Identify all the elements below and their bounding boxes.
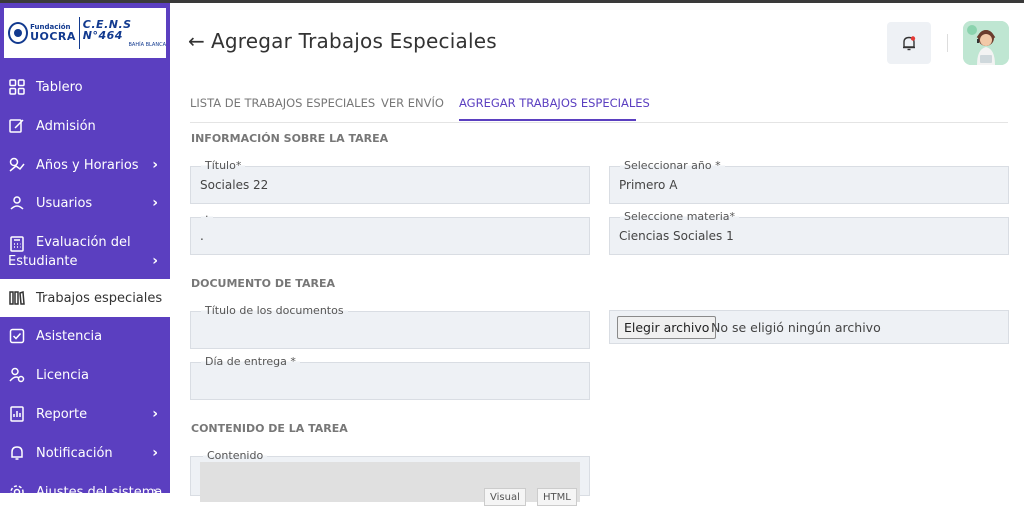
tab-lista-trabajos[interactable]: LISTA DE TRABAJOS ESPECIALES (190, 96, 375, 110)
title-field-value: Sociales 22 (200, 178, 269, 192)
sidebar-item-evaluacion[interactable]: Evaluación del Estudiante › (0, 227, 170, 277)
edit-icon (8, 117, 26, 135)
library-icon (8, 289, 26, 307)
editor-tab-visual[interactable]: Visual (484, 488, 526, 506)
sidebar-item-label: Reporte (36, 406, 88, 422)
year-select-label: Seleccionar año * (620, 159, 725, 172)
editor-tab-html[interactable]: HTML (537, 488, 577, 506)
file-input[interactable]: Elegir archivo No se eligió ningún archi… (609, 310, 1009, 344)
gear-icon (8, 483, 26, 493)
sidebar-item-label: Asistencia (36, 328, 103, 344)
sidebar-item-label: Evaluación del Estudiante (8, 235, 131, 269)
sidebar-item-label: Usuarios (36, 195, 93, 211)
subject-select-label: Seleccione materia* (620, 210, 740, 223)
sidebar-item-label: Años y Horarios (36, 157, 139, 173)
sidebar-item-label: Trabajos especiales (36, 290, 163, 306)
checkbox-icon (8, 327, 26, 345)
bell-icon (903, 36, 916, 51)
back-arrow-icon[interactable]: ← (188, 29, 205, 53)
user-icon (8, 194, 26, 212)
sidebar-item-anos-horarios[interactable]: Años y Horarios › (0, 146, 170, 184)
sidebar-item-tablero[interactable]: Tablero (0, 68, 170, 106)
sidebar-item-licencia[interactable]: Licencia (0, 356, 170, 394)
logo-divider (78, 17, 80, 49)
logo-school: C.E.N.S N°464 BAHÍA BLANCA (82, 17, 166, 48)
active-tab-indicator (459, 119, 636, 121)
section-title-task-document: DOCUMENTO DE TAREA (191, 277, 335, 290)
tab-agregar-trabajos[interactable]: AGREGAR TRABAJOS ESPECIALES (459, 96, 650, 110)
notification-icon (8, 444, 26, 462)
title-field[interactable]: Título* Sociales 22 (190, 159, 590, 204)
chevron-right-icon: › (152, 406, 158, 422)
sidebar-item-trabajos-especiales[interactable]: Trabajos especiales (0, 279, 170, 317)
chevron-right-icon: › (152, 484, 158, 493)
page-title: Agregar Trabajos Especiales (211, 29, 497, 53)
notification-button[interactable] (887, 22, 931, 64)
chevron-right-icon: › (152, 195, 158, 211)
logo-org: Fundación UOCRA (30, 23, 76, 43)
sidebar-item-label: Licencia (36, 367, 89, 383)
avatar[interactable] (963, 21, 1009, 65)
chevron-right-icon: › (152, 157, 158, 173)
unnamed-field[interactable]: · . (190, 210, 590, 255)
sidebar: Fundación UOCRA C.E.N.S N°464 BAHÍA BLAN… (0, 3, 170, 493)
subject-select[interactable]: Seleccione materia* Ciencias Sociales 1 (609, 210, 1009, 255)
report-icon (8, 405, 26, 423)
brand-logo[interactable]: Fundación UOCRA C.E.N.S N°464 BAHÍA BLAN… (4, 8, 166, 58)
sidebar-item-label: Ajustes del sistema (36, 484, 163, 494)
sidebar-item-label: Notificación (36, 445, 113, 461)
content-editor-label: Contenido (203, 449, 268, 462)
tab-ver-envio[interactable]: VER ENVÍO (381, 96, 444, 110)
doc-title-field[interactable]: Título de los documentos (190, 304, 590, 349)
unnamed-field-label: · (201, 210, 213, 223)
uocra-emblem-icon (8, 22, 29, 44)
due-date-field-label: Día de entrega * (201, 355, 300, 368)
content-editor[interactable]: Visual HTML Contenido (190, 449, 590, 506)
editor-toolbar-area: Visual HTML (200, 462, 580, 506)
title-field-label: Título* (201, 159, 246, 172)
file-status-text: No se eligió ningún archivo (711, 320, 881, 335)
schedule-icon (8, 156, 26, 174)
choose-file-button[interactable]: Elegir archivo (617, 316, 717, 339)
unnamed-field-value: . (200, 229, 204, 243)
header-divider (947, 34, 948, 52)
section-title-task-info: INFORMACIÓN SOBRE LA TAREA (191, 132, 389, 145)
section-title-task-content: CONTENIDO DE LA TAREA (191, 422, 348, 435)
due-date-field[interactable]: Día de entrega * (190, 355, 590, 400)
calculator-icon (8, 235, 26, 253)
grid-icon (8, 78, 26, 96)
year-select[interactable]: Seleccionar año * Primero A (609, 159, 1009, 204)
sidebar-item-admision[interactable]: Admisión (0, 107, 170, 145)
sidebar-item-notificacion[interactable]: Notificación › (0, 434, 170, 472)
user-avatar-icon (963, 21, 1009, 65)
sidebar-item-usuarios[interactable]: Usuarios › (0, 184, 170, 222)
sidebar-item-label: Tablero (36, 79, 83, 95)
year-select-value: Primero A (619, 178, 678, 192)
person-settings-icon (8, 366, 26, 384)
sidebar-item-ajustes[interactable]: Ajustes del sistema › (0, 473, 170, 493)
subject-select-value: Ciencias Sociales 1 (619, 229, 734, 243)
sidebar-item-reporte[interactable]: Reporte › (0, 395, 170, 433)
doc-title-field-label: Título de los documentos (201, 304, 348, 317)
sidebar-item-label: Admisión (36, 118, 96, 134)
chevron-right-icon: › (152, 253, 158, 269)
sidebar-item-asistencia[interactable]: Asistencia (0, 317, 170, 355)
chevron-right-icon: › (152, 445, 158, 461)
